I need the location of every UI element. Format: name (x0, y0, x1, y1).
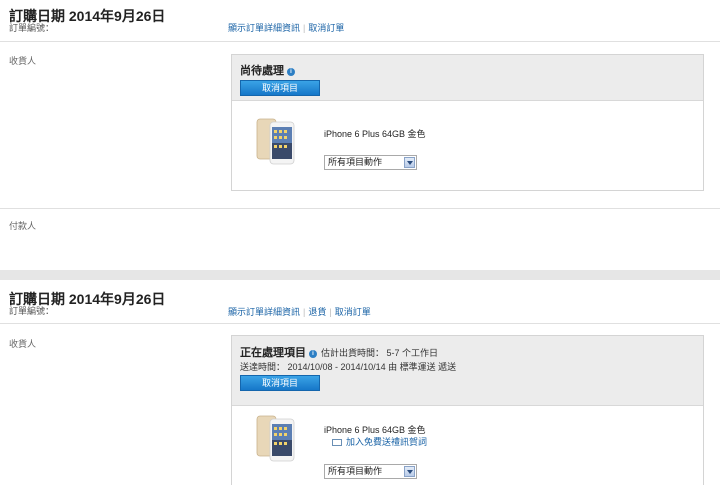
status-text: 正在處理項目 (240, 347, 306, 359)
recipient-label: 收貨人 (9, 56, 37, 66)
add-gift-message-link[interactable]: 加入免費送禮訊賀詞 (332, 435, 427, 448)
item-status: 尚待處理 i (240, 62, 295, 78)
status-text: 尚待處理 (240, 65, 284, 77)
cancel-item-button[interactable]: 取消項目 (240, 375, 320, 391)
recipient-label: 收貨人 (9, 339, 37, 349)
link-divider: | (303, 23, 306, 33)
cancel-order-link[interactable]: 取消訂單 (335, 307, 371, 317)
iphone-product-image (256, 118, 295, 165)
dropdown-arrow-icon[interactable] (404, 466, 415, 477)
cancel-item-button[interactable]: 取消項目 (240, 80, 320, 96)
order-separator (0, 270, 720, 280)
divider (0, 41, 720, 42)
divider (0, 208, 720, 209)
delivery-time: 送達時間： 2014/10/08 - 2014/10/14 由 標準運送 遞送 (240, 362, 457, 372)
item-box: 尚待處理 i 取消項目 iPhone 6 Plus 64GB 金色 所有項目動作 (231, 54, 704, 191)
order-links: 顯示訂單詳細資訊 | 取消訂單 (228, 21, 344, 34)
info-icon[interactable]: i (309, 350, 317, 358)
item-actions-select[interactable]: 所有項目動作 (324, 464, 417, 479)
order-number-label: 訂單編號： (9, 306, 55, 316)
dropdown-arrow-icon[interactable] (404, 157, 415, 168)
payer-label: 付款人 (9, 221, 37, 231)
show-order-details-link[interactable]: 顯示訂單詳細資訊 (228, 23, 300, 33)
item-actions-select[interactable]: 所有項目動作 (324, 155, 417, 170)
show-order-details-link[interactable]: 顯示訂單詳細資訊 (228, 307, 300, 317)
link-divider: | (329, 307, 332, 317)
link-divider: | (303, 307, 306, 317)
order-number-label: 訂單編號： (9, 23, 55, 33)
return-link[interactable]: 退貨 (308, 307, 326, 317)
order-links: 顯示訂單詳細資訊 | 退貨 | 取消訂單 (228, 305, 371, 318)
product-name: iPhone 6 Plus 64GB 金色 (324, 129, 426, 139)
item-box: 正在處理項目 i 估計出貨時間： 5-7 个工作日 送達時間： 2014/10/08… (231, 335, 704, 485)
cancel-order-link[interactable]: 取消訂單 (308, 23, 344, 33)
order-card-2: 訂購日期 2014年9月26日 訂單編號： 顯示訂單詳細資訊 | 退貨 | 取消訂單 收… (0, 280, 720, 485)
item-box-header: 正在處理項目 i 估計出貨時間： 5-7 个工作日 送達時間： 2014/10/08… (232, 336, 703, 406)
order-card-1: 訂購日期 2014年9月26日 訂單編號： 顯示訂單詳細資訊 | 取消訂單 收貨人 … (0, 0, 720, 270)
info-icon[interactable]: i (287, 68, 295, 76)
gift-message-text: 加入免費送禮訊賀詞 (346, 437, 428, 447)
item-status: 正在處理項目 i 估計出貨時間： 5-7 个工作日 (240, 344, 438, 360)
divider (0, 323, 720, 324)
item-box-header: 尚待處理 i 取消項目 (232, 55, 703, 101)
item-actions-value: 所有項目動作 (328, 157, 383, 167)
item-actions-value: 所有項目動作 (328, 466, 383, 476)
envelope-icon (332, 439, 342, 446)
iphone-product-image (256, 415, 295, 462)
estimated-ship-time: 估計出貨時間： 5-7 个工作日 (321, 348, 439, 358)
